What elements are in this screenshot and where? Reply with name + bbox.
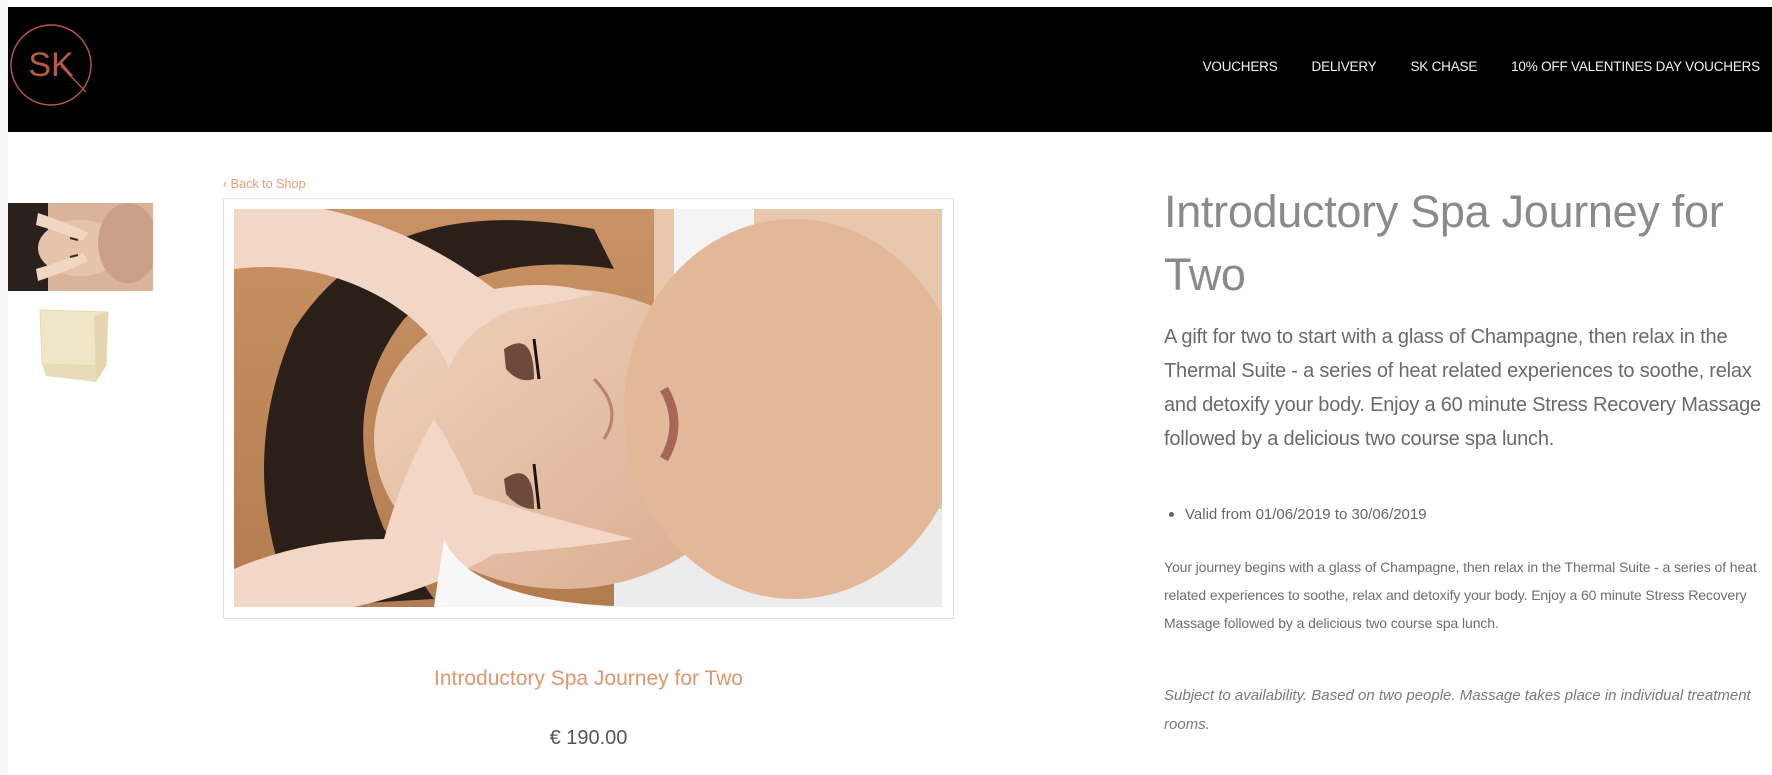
- validity: Valid from 01/06/2019 to 30/06/2019: [1164, 506, 1764, 523]
- product-title: Introductory Spa Journey for Two: [1164, 186, 1724, 300]
- product-main-image[interactable]: [234, 209, 942, 607]
- nav-vouchers[interactable]: VOUCHERS: [1203, 59, 1278, 74]
- nav-valentines-offer[interactable]: 10% OFF VALENTINES DAY VOUCHERS: [1511, 59, 1760, 74]
- site-header: SK VOUCHERS DELIVERY SK CHASE 10% OFF VA…: [8, 7, 1772, 132]
- nav-sk-chase[interactable]: SK CHASE: [1410, 59, 1477, 74]
- product-details: Introductory Spa Journey for Two A gift …: [1164, 180, 1764, 739]
- availability-note: Subject to availability. Based on two pe…: [1164, 687, 1751, 733]
- product-price: € 190.00: [549, 727, 628, 749]
- page: SK VOUCHERS DELIVERY SK CHASE 10% OFF VA…: [0, 0, 1772, 775]
- back-to-shop-link[interactable]: ‹ Back to Shop: [223, 176, 306, 191]
- sk-logo[interactable]: SK: [8, 22, 94, 108]
- product-description: Your journey begins with a glass of Cham…: [1164, 559, 1757, 631]
- nav-delivery[interactable]: DELIVERY: [1312, 59, 1377, 74]
- thumbnail-voucher-card[interactable]: [36, 306, 112, 386]
- bullet-icon: [1169, 512, 1174, 517]
- main-image-frame: [223, 198, 954, 619]
- thumbnail-massage[interactable]: [8, 203, 153, 291]
- logo-text: SK: [28, 46, 74, 84]
- validity-text: Valid from 01/06/2019 to 30/06/2019: [1185, 506, 1427, 523]
- product-lead: A gift for two to start with a glass of …: [1164, 326, 1761, 450]
- main-nav: VOUCHERS DELIVERY SK CHASE 10% OFF VALEN…: [1203, 59, 1761, 74]
- left-margin: [0, 0, 8, 775]
- gallery-product-title: Introductory Spa Journey for Two: [434, 667, 743, 690]
